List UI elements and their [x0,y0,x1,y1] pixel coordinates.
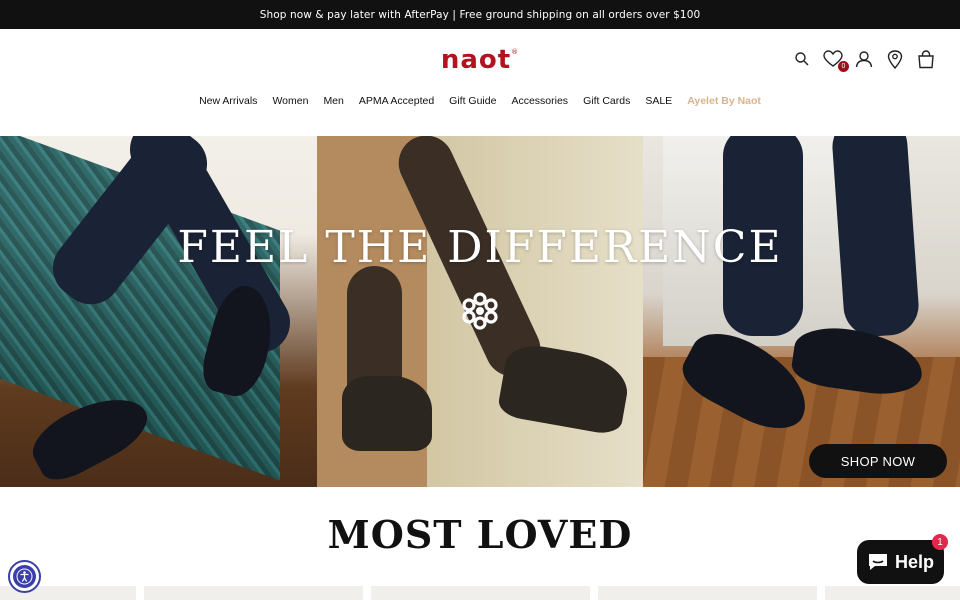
site-header: naot® 0 New Arrivals Women Men APMA Acce… [0,29,960,136]
nav-item-ayelet-by-naot[interactable]: Ayelet By Naot [687,95,761,107]
nav-item-new-arrivals[interactable]: New Arrivals [199,95,257,107]
naot-flower-icon [462,292,498,330]
account-icon[interactable] [854,49,874,69]
help-chat-button[interactable]: Help [857,540,944,584]
search-icon[interactable] [792,49,812,69]
logo-text: naot [440,45,512,75]
nav-item-gift-cards[interactable]: Gift Cards [583,95,630,107]
hero-image-t-strap [643,136,960,487]
product-card[interactable] [598,586,817,600]
main-nav: New Arrivals Women Men APMA Accepted Gif… [0,95,960,107]
help-notification-badge: 1 [932,534,948,550]
brand-logo[interactable]: naot® [441,47,519,73]
accessibility-icon [13,565,36,588]
bootie-graphic [496,340,633,437]
product-card[interactable] [825,586,960,600]
chat-bubble-icon [868,554,887,570]
product-carousel [0,586,960,600]
hero-banner[interactable]: FEEL THE DIFFERENCE SHOP NOW [0,136,960,487]
section-title: MOST LOVED [327,512,633,557]
nav-item-gift-guide[interactable]: Gift Guide [449,95,496,107]
logo-registered-mark: ® [511,48,520,56]
nav-item-men[interactable]: Men [323,95,343,107]
nav-item-accessories[interactable]: Accessories [511,95,568,107]
accessibility-button[interactable] [8,560,41,593]
header-icons: 0 [792,49,936,72]
product-card[interactable] [371,586,590,600]
help-label: Help [894,551,934,572]
store-locator-icon[interactable] [885,49,905,69]
shop-now-button[interactable]: SHOP NOW [809,444,947,478]
announcement-bar: Shop now & pay later with AfterPay | Fre… [0,0,960,29]
nav-item-sale[interactable]: SALE [645,95,672,107]
hero-image-mary-jane [0,136,317,487]
nav-item-apma-accepted[interactable]: APMA Accepted [359,95,434,107]
product-card[interactable] [144,586,363,600]
wishlist-count-badge: 0 [838,61,849,72]
hero-title: FEEL THE DIFFERENCE [177,222,783,273]
nav-item-women[interactable]: Women [272,95,308,107]
cart-icon[interactable] [916,49,936,69]
bootie-graphic [342,376,432,451]
wishlist-icon[interactable]: 0 [823,49,849,72]
announcement-text: Shop now & pay later with AfterPay | Fre… [259,8,701,21]
